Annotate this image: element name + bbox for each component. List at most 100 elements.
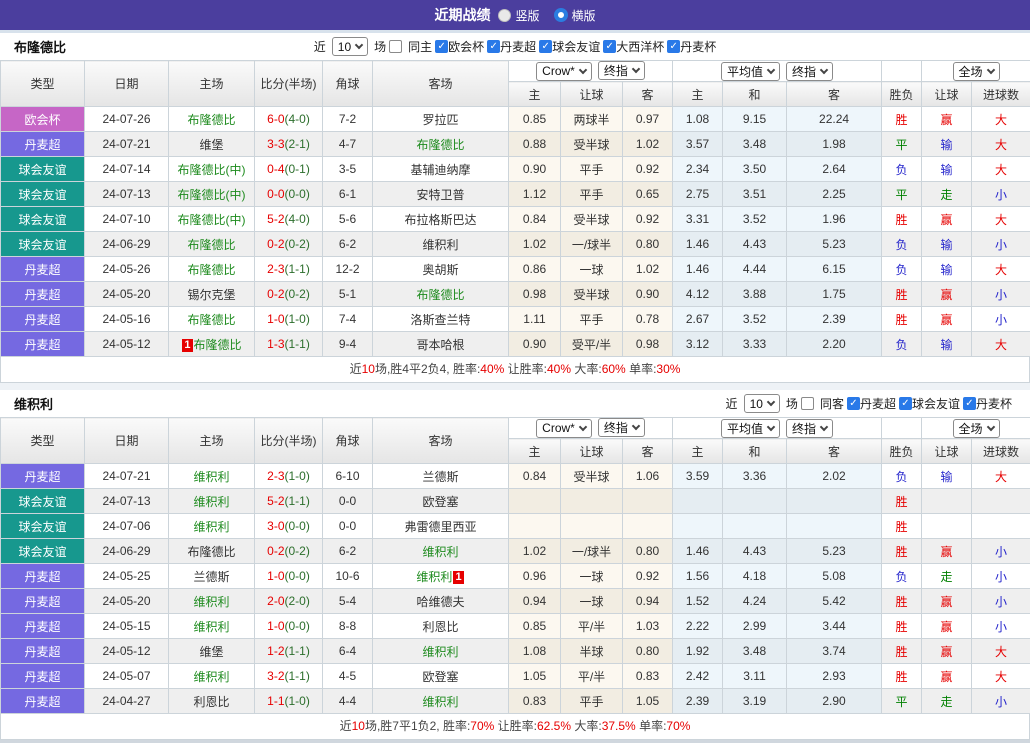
league-filter-2[interactable]: ✓丹麦杯 bbox=[963, 395, 1012, 412]
handicap-odds-1: 受半球 bbox=[561, 282, 623, 307]
index-type-select-2[interactable]: 终指 bbox=[786, 62, 833, 81]
score-cell: 1-3(1-1) bbox=[255, 332, 323, 357]
handicap-odds-1: 半球 bbox=[561, 639, 623, 664]
league-type-badge: 球会友谊 bbox=[1, 539, 85, 564]
summary-segment-5: 40% bbox=[547, 362, 571, 376]
view-radio-vertical[interactable]: 竖版 bbox=[498, 7, 539, 24]
fulltime-score: 1-2 bbox=[267, 644, 284, 658]
sub-header-4: 和 bbox=[723, 82, 787, 107]
average-odds-1: 3.50 bbox=[723, 157, 787, 182]
league-checkbox-1[interactable]: ✓ bbox=[899, 397, 912, 410]
col-header-0: 类型 bbox=[1, 418, 85, 464]
score-cell: 0-2(0-2) bbox=[255, 232, 323, 257]
league-type-badge: 球会友谊 bbox=[1, 157, 85, 182]
result-2: 小 bbox=[972, 307, 1030, 332]
home-team-name: 布隆德比(中) bbox=[178, 188, 246, 202]
average-odds-1 bbox=[723, 489, 787, 514]
result-2: 大 bbox=[972, 132, 1030, 157]
away-team-name: 奥胡斯 bbox=[422, 263, 458, 277]
table-row: 丹麦超24-07-21维积利2-3(1-0)6-10兰德斯0.84受半球1.06… bbox=[1, 464, 1030, 489]
away-team: 奥胡斯 bbox=[373, 257, 509, 282]
summary-2: 近10场,胜7平1负2, 胜率:70% 让胜率:62.5% 大率:37.5% 单… bbox=[0, 714, 1030, 740]
same-venue-filter[interactable]: 同客 bbox=[801, 395, 844, 412]
summary-segment-9: 70% bbox=[666, 719, 690, 733]
fulltime-score: 1-0 bbox=[267, 312, 284, 326]
match-date: 24-07-21 bbox=[85, 132, 169, 157]
scope-header: 全场 bbox=[922, 418, 1030, 439]
league-checkbox-2[interactable]: ✓ bbox=[539, 40, 552, 53]
league-filter-0[interactable]: ✓丹麦超 bbox=[847, 395, 896, 412]
halftime-score: (1-0) bbox=[285, 312, 310, 326]
handicap-odds-2: 1.02 bbox=[623, 257, 673, 282]
same-venue-filter[interactable]: 同主 bbox=[389, 38, 432, 55]
bookmaker-select[interactable]: Crow* bbox=[536, 62, 592, 81]
handicap-odds-0: 1.02 bbox=[509, 539, 561, 564]
handicap-odds-0: 1.02 bbox=[509, 232, 561, 257]
league-filter-1[interactable]: ✓丹麦超 bbox=[487, 38, 536, 55]
result-2: 小 bbox=[972, 564, 1030, 589]
handicap-odds-2: 0.80 bbox=[623, 639, 673, 664]
index-type-select-2[interactable]: 终指 bbox=[786, 419, 833, 438]
result-1: 走 bbox=[922, 182, 972, 207]
average-odds-2: 3.44 bbox=[787, 614, 882, 639]
average-select[interactable]: 平均值 bbox=[721, 62, 780, 81]
league-checkbox-2[interactable]: ✓ bbox=[963, 397, 976, 410]
same-venue-checkbox[interactable] bbox=[801, 397, 814, 410]
recent-count-select[interactable]: 10 bbox=[332, 37, 368, 56]
table-row: 球会友谊24-07-06维积利3-0(0-0)0-0弗雷德里西亚胜 bbox=[1, 514, 1030, 539]
league-checkbox-1[interactable]: ✓ bbox=[487, 40, 500, 53]
view-radio-horizontal[interactable]: 横版 bbox=[554, 7, 596, 24]
average-odds-1: 3.19 bbox=[723, 689, 787, 714]
handicap-odds-2: 0.78 bbox=[623, 307, 673, 332]
home-team-name: 维积利 bbox=[193, 495, 229, 509]
index-type-select[interactable]: 终指 bbox=[598, 418, 645, 437]
result-0: 胜 bbox=[882, 614, 922, 639]
recent-count-select[interactable]: 10 bbox=[744, 394, 780, 413]
table-row: 球会友谊24-07-13维积利5-2(1-1)0-0欧登塞胜 bbox=[1, 489, 1030, 514]
table-row: 丹麦超24-05-26布隆德比2-3(1-1)12-2奥胡斯0.86一球1.02… bbox=[1, 257, 1030, 282]
chevron-down-icon bbox=[767, 65, 775, 73]
scope-select[interactable]: 全场 bbox=[953, 62, 1000, 81]
league-filter-2[interactable]: ✓球会友谊 bbox=[539, 38, 600, 55]
league-filter-3[interactable]: ✓大西洋杯 bbox=[603, 38, 664, 55]
league-filter-4[interactable]: ✓丹麦杯 bbox=[667, 38, 716, 55]
average-odds-0: 2.42 bbox=[673, 664, 723, 689]
league-type-badge: 丹麦超 bbox=[1, 332, 85, 357]
corner-count: 7-4 bbox=[323, 307, 373, 332]
handicap-odds-0 bbox=[509, 489, 561, 514]
average-odds-0: 2.67 bbox=[673, 307, 723, 332]
league-checkbox-4[interactable]: ✓ bbox=[667, 40, 680, 53]
scope-select[interactable]: 全场 bbox=[953, 419, 1000, 438]
same-venue-checkbox[interactable] bbox=[389, 40, 402, 53]
league-filter-1[interactable]: ✓球会友谊 bbox=[899, 395, 960, 412]
sub-header-7: 让球 bbox=[922, 439, 972, 464]
league-checkbox-0[interactable]: ✓ bbox=[847, 397, 860, 410]
handicap-odds-0: 0.90 bbox=[509, 157, 561, 182]
league-checkbox-0[interactable]: ✓ bbox=[435, 40, 448, 53]
average-odds-0: 1.46 bbox=[673, 257, 723, 282]
handicap-odds-2 bbox=[623, 514, 673, 539]
radio-unchecked-icon[interactable] bbox=[498, 9, 511, 22]
corner-count: 6-10 bbox=[323, 464, 373, 489]
average-odds-2: 5.23 bbox=[787, 539, 882, 564]
bookmaker-select[interactable]: Crow* bbox=[536, 419, 592, 438]
home-team-name: 布隆德比 bbox=[194, 338, 242, 352]
average-odds-2: 22.24 bbox=[787, 107, 882, 132]
handicap-odds-1: 受平/半 bbox=[561, 332, 623, 357]
corner-count: 6-4 bbox=[323, 639, 373, 664]
average-odds-0: 3.57 bbox=[673, 132, 723, 157]
result-0: 胜 bbox=[882, 589, 922, 614]
league-filter-0[interactable]: ✓欧会杯 bbox=[435, 38, 484, 55]
average-select[interactable]: 平均值 bbox=[721, 419, 780, 438]
radio-checked-icon[interactable] bbox=[554, 8, 568, 22]
index-type-select[interactable]: 终指 bbox=[598, 61, 645, 80]
average-odds-1: 3.11 bbox=[723, 664, 787, 689]
corner-count: 6-1 bbox=[323, 182, 373, 207]
home-team: 维积利 bbox=[169, 664, 255, 689]
team-section-2: 维积利 近10场同客✓丹麦超✓球会友谊✓丹麦杯 类型日期主场比分(半场)角球客场… bbox=[0, 390, 1030, 740]
home-team-name: 布隆德比 bbox=[187, 113, 235, 127]
result-2 bbox=[972, 489, 1030, 514]
sub-header-6: 胜负 bbox=[882, 439, 922, 464]
league-type-badge: 丹麦超 bbox=[1, 664, 85, 689]
league-checkbox-3[interactable]: ✓ bbox=[603, 40, 616, 53]
